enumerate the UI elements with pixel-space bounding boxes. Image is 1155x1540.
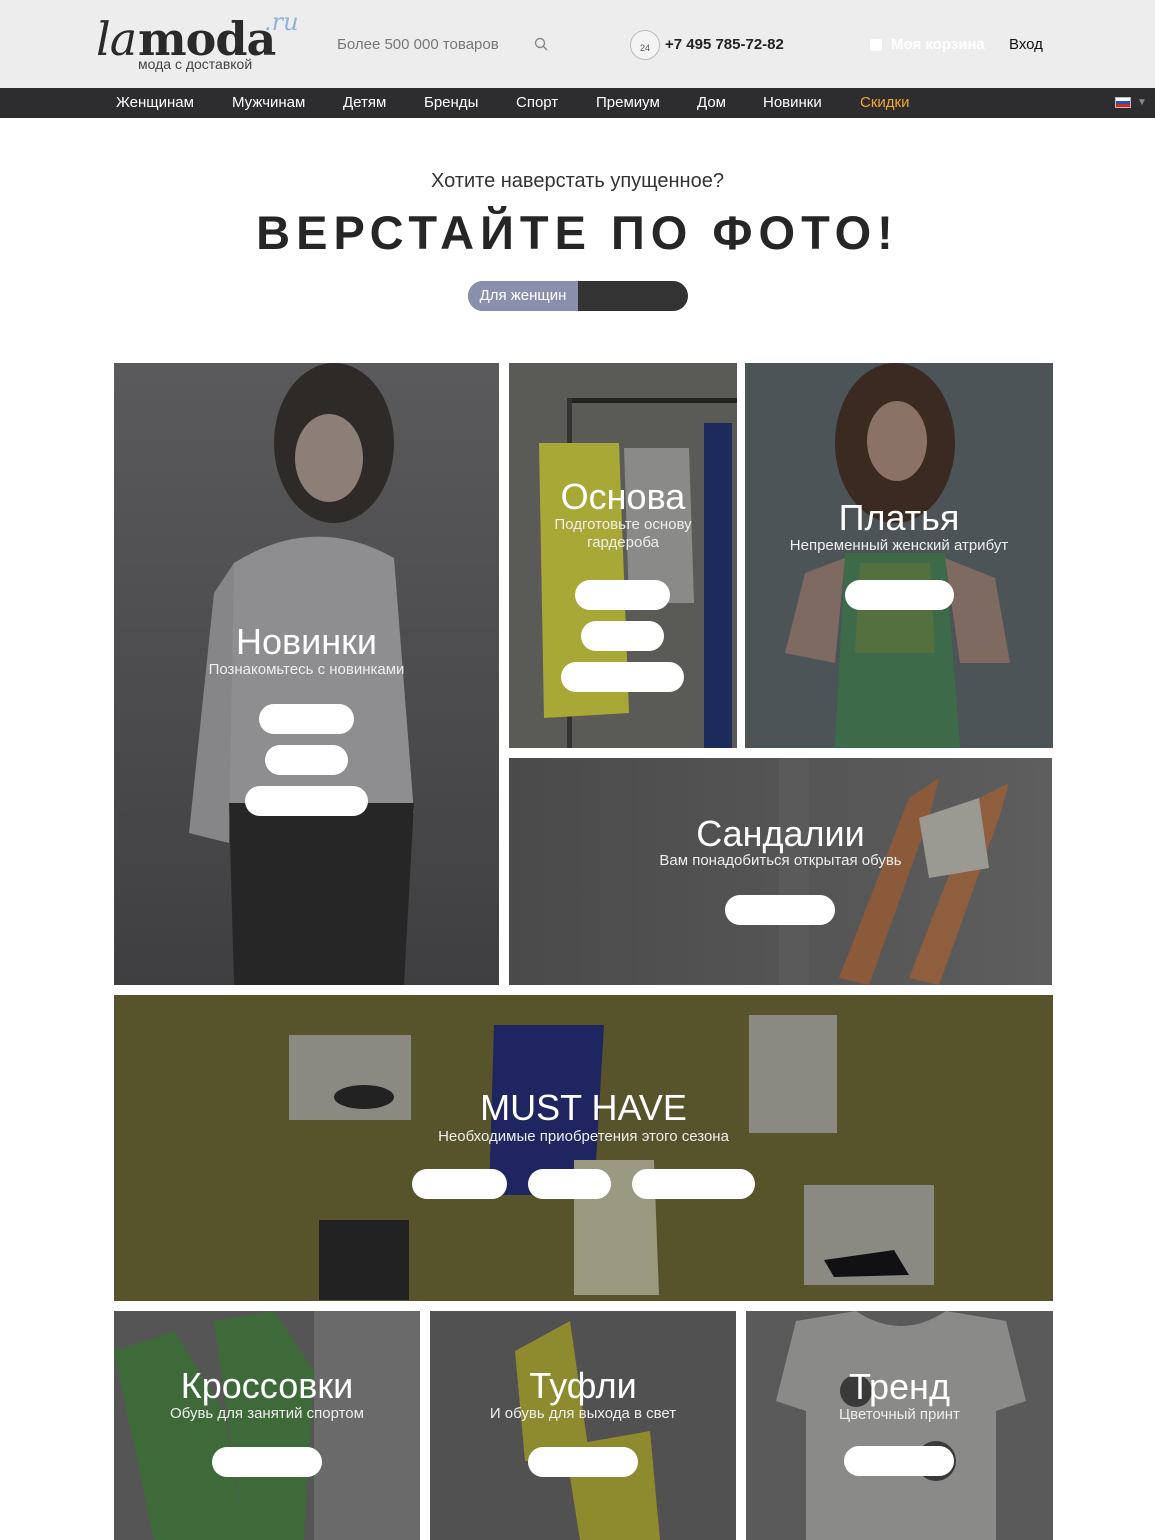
tile-basics-button-1[interactable]: [575, 580, 670, 610]
cart-icon[interactable]: [870, 39, 882, 51]
tile-basics-button-2[interactable]: [581, 621, 664, 651]
cart-link[interactable]: Моя корзина: [891, 36, 985, 53]
woman-in-dress-illustration: [785, 363, 1010, 748]
tile-musthave-title: MUST HAVE: [480, 1087, 687, 1128]
toggle-women[interactable]: Для женщин: [468, 281, 578, 311]
must-have-collage-illustration: [289, 1015, 934, 1300]
tile-dresses[interactable]: Платья Непременный женский атрибут: [745, 363, 1053, 748]
header: la moda .ru мода с доставкой Более 500 0…: [0, 0, 1155, 88]
tile-sneakers-subtitle: Обувь для занятий спортом: [170, 1405, 364, 1422]
tile-new-button-3[interactable]: [245, 786, 368, 816]
tile-sneakers[interactable]: Кроссовки Обувь для занятий спортом: [114, 1311, 420, 1540]
tile-shoes-title: Туфли: [529, 1365, 637, 1406]
hero-subtitle: Хотите наверстать упущенное?: [431, 170, 724, 192]
tile-shoes[interactable]: Туфли И обувь для выхода в свет: [430, 1311, 736, 1540]
tile-new-button-2[interactable]: [265, 745, 348, 775]
search-input[interactable]: Более 500 000 товаров: [337, 36, 499, 53]
tile-musthave-button-1[interactable]: [412, 1169, 507, 1199]
tile-musthave-subtitle: Необходимые приобретения этого сезона: [438, 1128, 729, 1145]
tile-shoes-button[interactable]: [528, 1447, 638, 1477]
sneakers-illustration: [114, 1311, 420, 1540]
russia-flag-icon[interactable]: [1115, 97, 1131, 108]
nav-item-new[interactable]: Новинки: [763, 94, 822, 111]
search-icon[interactable]: [534, 37, 548, 51]
tile-basics[interactable]: Основа Подготовьте основу гардероба: [509, 363, 737, 748]
nav-item-premium[interactable]: Премиум: [596, 94, 660, 111]
tile-sneakers-title: Кроссовки: [180, 1365, 354, 1406]
nav-item-men[interactable]: Мужчинам: [232, 94, 305, 111]
tile-new-subtitle: Познакомьтесь с новинками: [208, 661, 405, 678]
logo[interactable]: la moda .ru мода с доставкой: [96, 8, 306, 74]
floral-top-illustration: [776, 1311, 1026, 1540]
tile-dresses-title: Платья: [838, 497, 960, 538]
logo-ru: .ru: [264, 8, 299, 36]
tile-basics-button-3[interactable]: [561, 662, 684, 692]
logo-la: la: [96, 12, 137, 66]
sandals-illustration: [779, 758, 1009, 985]
nav-item-sport[interactable]: Спорт: [516, 94, 558, 111]
tile-dresses-button[interactable]: [845, 580, 954, 610]
nav-item-brands[interactable]: Бренды: [424, 94, 478, 111]
nav-item-kids[interactable]: Детям: [343, 94, 386, 111]
tile-musthave-button-3[interactable]: [632, 1169, 755, 1199]
tile-new-button-1[interactable]: [259, 704, 354, 734]
logo-tagline: мода с доставкой: [138, 56, 253, 72]
gender-toggle[interactable]: Для женщин: [468, 281, 688, 311]
yellow-heels-illustration: [515, 1321, 660, 1540]
tile-musthave[interactable]: MUST HAVE Необходимые приобретения этого…: [114, 995, 1053, 1301]
main-nav: Женщинам Мужчинам Детям Бренды Спорт Пре…: [0, 88, 1155, 118]
hero-title: ВЕРСТАЙТЕ ПО ФОТО!: [256, 206, 899, 259]
tile-new[interactable]: Новинки Познакомьтесь с новинками: [114, 363, 499, 985]
tile-sandals-subtitle: Вам понадобиться открытая обувь: [659, 852, 902, 869]
tile-sneakers-button[interactable]: [212, 1447, 322, 1477]
tile-shoes-subtitle: И обувь для выхода в свет: [489, 1405, 677, 1422]
login-link[interactable]: Вход: [1009, 36, 1043, 53]
phone-24-icon: 24: [630, 30, 660, 60]
chevron-down-icon[interactable]: ▼: [1137, 97, 1147, 108]
tile-trend-title: Тренд: [849, 1366, 950, 1407]
nav-item-sale[interactable]: Скидки: [860, 94, 909, 111]
tile-basics-title: Основа: [560, 476, 686, 517]
tile-trend-button[interactable]: [844, 1446, 954, 1476]
nav-item-home[interactable]: Дом: [697, 94, 726, 111]
tile-musthave-button-2[interactable]: [528, 1169, 611, 1199]
tile-trend[interactable]: Тренд Цветочный принт: [746, 1311, 1053, 1540]
tile-sandals-button[interactable]: [725, 895, 835, 925]
tile-basics-subtitle: Подготовьте основу гардероба: [554, 516, 692, 551]
tile-sandals-title: Сандалии: [696, 813, 865, 854]
tile-new-title: Новинки: [236, 621, 377, 662]
phone-icon-label: 24: [639, 43, 650, 53]
tile-dresses-subtitle: Непременный женский атрибут: [789, 537, 1009, 554]
nav-item-women[interactable]: Женщинам: [116, 94, 194, 111]
tile-trend-subtitle: Цветочный принт: [839, 1406, 960, 1423]
tile-sandals[interactable]: Сандалии Вам понадобиться открытая обувь: [509, 758, 1052, 985]
phone-number[interactable]: +7 495 785-72-82: [665, 36, 784, 53]
